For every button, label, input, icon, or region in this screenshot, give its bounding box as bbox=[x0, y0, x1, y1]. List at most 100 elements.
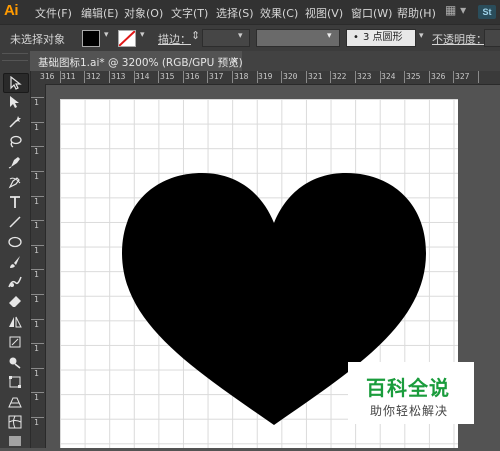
ruler-label: 312 bbox=[86, 72, 101, 81]
lasso-tool-icon[interactable] bbox=[3, 133, 27, 151]
brush-dot-icon: • bbox=[353, 32, 359, 43]
stroke-spinner-icon[interactable]: ⇕ bbox=[191, 29, 200, 42]
stroke-color-swatch[interactable] bbox=[118, 30, 136, 47]
ruler-label: 1 bbox=[34, 295, 39, 304]
menu-view[interactable]: 视图(V) bbox=[305, 5, 343, 21]
ruler-tick bbox=[31, 368, 44, 369]
variable-width-dropdown-icon[interactable]: ▾ bbox=[327, 31, 332, 41]
vertical-ruler[interactable]: 1 1 1 1 1 1 1 1 1 1 1 1 1 1 bbox=[31, 84, 46, 448]
ruler-tick bbox=[31, 146, 44, 147]
fill-dropdown-icon[interactable]: ▾ bbox=[104, 30, 109, 40]
ruler-label: 327 bbox=[455, 72, 470, 81]
document-tab-bar: 基础图标1.ai* @ 3200% (RGB/GPU 预览) × bbox=[30, 51, 500, 71]
ruler-tick bbox=[380, 71, 381, 83]
ruler-tick bbox=[232, 71, 233, 83]
opacity-field[interactable] bbox=[484, 29, 500, 47]
type-tool-icon[interactable] bbox=[3, 193, 27, 211]
pen-tool-icon[interactable] bbox=[3, 153, 27, 171]
ruler-label: 324 bbox=[381, 72, 396, 81]
ruler-tick bbox=[31, 122, 44, 123]
perspective-grid-tool-icon[interactable] bbox=[3, 393, 27, 411]
ruler-tick bbox=[306, 71, 307, 83]
ruler-label: 322 bbox=[332, 72, 347, 81]
eraser-tool-icon[interactable] bbox=[3, 293, 27, 311]
ruler-label: 1 bbox=[34, 246, 39, 255]
ruler-label: 314 bbox=[135, 72, 150, 81]
ruler-tick bbox=[31, 269, 44, 270]
ruler-label: 1 bbox=[34, 123, 39, 132]
ruler-tick bbox=[84, 71, 85, 83]
ruler-label: 1 bbox=[34, 369, 39, 378]
free-transform-tool-icon[interactable] bbox=[3, 373, 27, 391]
ruler-tick bbox=[330, 71, 331, 83]
stroke-dropdown-icon[interactable]: ▾ bbox=[140, 30, 145, 40]
illustrator-logo[interactable]: Ai bbox=[4, 2, 19, 19]
selection-tool-icon[interactable] bbox=[3, 73, 29, 93]
mesh-tool-icon[interactable] bbox=[3, 413, 27, 431]
ruler-label: 316 bbox=[40, 72, 55, 81]
shaper-tool-icon[interactable] bbox=[3, 273, 27, 291]
ruler-tick bbox=[31, 392, 44, 393]
document-tab[interactable]: 基础图标1.ai* @ 3200% (RGB/GPU 预览) × bbox=[30, 51, 243, 71]
ruler-tick bbox=[478, 71, 479, 83]
brush-definition[interactable]: • 3 点圆形 bbox=[346, 29, 416, 47]
menu-effect[interactable]: 效果(C) bbox=[260, 5, 298, 21]
watermark: 百科全说 助你轻松解决 bbox=[348, 362, 474, 424]
stock-logo[interactable]: St bbox=[478, 5, 496, 19]
ruler-label: 1 bbox=[34, 344, 39, 353]
ruler-label: 1 bbox=[34, 393, 39, 402]
ruler-tick bbox=[429, 71, 430, 83]
ruler-label: 317 bbox=[209, 72, 224, 81]
menu-edit[interactable]: 编辑(E) bbox=[81, 5, 119, 21]
shape-builder-tool-icon[interactable] bbox=[3, 353, 27, 371]
ruler-tick bbox=[31, 196, 44, 197]
no-stroke-icon bbox=[119, 31, 135, 46]
paintbrush-tool-icon[interactable] bbox=[3, 253, 27, 271]
ruler-label: 1 bbox=[34, 270, 39, 279]
menu-object[interactable]: 对象(O) bbox=[124, 5, 163, 21]
menu-select[interactable]: 选择(S) bbox=[216, 5, 254, 21]
workspace-switcher-icon[interactable]: ▦ ▾ bbox=[445, 3, 466, 17]
toolbar-grip[interactable] bbox=[2, 53, 28, 61]
ruler-tick bbox=[281, 71, 282, 83]
ruler-label: 325 bbox=[406, 72, 421, 81]
width-tool-icon[interactable] bbox=[3, 333, 27, 351]
opacity-label[interactable]: 不透明度： bbox=[432, 31, 487, 47]
brush-dropdown-icon[interactable]: ▾ bbox=[419, 31, 424, 41]
ruler-label: 1 bbox=[34, 98, 39, 107]
selection-status: 未选择对象 bbox=[10, 33, 65, 46]
document-tab-title: 基础图标1.ai* @ 3200% (RGB/GPU 预览) bbox=[38, 57, 243, 69]
ruler-label: 1 bbox=[34, 197, 39, 206]
ruler-tick bbox=[355, 71, 356, 83]
stroke-weight-dropdown-icon[interactable]: ▾ bbox=[238, 31, 243, 41]
ruler-tick bbox=[257, 71, 258, 83]
horizontal-ruler[interactable]: 316 311 312 313 314 315 316 317 318 319 … bbox=[40, 71, 500, 85]
ruler-label: 311 bbox=[61, 72, 76, 81]
ruler-tick bbox=[404, 71, 405, 83]
ruler-label: 326 bbox=[431, 72, 446, 81]
watermark-title: 百科全说 bbox=[366, 376, 450, 400]
ruler-label: 321 bbox=[308, 72, 323, 81]
watermark-subtitle: 助你轻松解决 bbox=[370, 404, 449, 418]
menu-help[interactable]: 帮助(H) bbox=[397, 5, 436, 21]
reflect-tool-icon[interactable] bbox=[3, 313, 27, 331]
menu-type[interactable]: 文字(T) bbox=[171, 5, 208, 21]
gradient-tool-icon[interactable] bbox=[3, 433, 27, 451]
ruler-label: 313 bbox=[111, 72, 126, 81]
ruler-label: 320 bbox=[283, 72, 298, 81]
ruler-label: 1 bbox=[34, 221, 39, 230]
close-tab-icon[interactable]: × bbox=[230, 54, 239, 67]
fill-color-swatch[interactable] bbox=[82, 30, 100, 47]
ruler-tick bbox=[31, 97, 44, 98]
menu-window[interactable]: 窗口(W) bbox=[351, 5, 392, 21]
direct-selection-tool-icon[interactable] bbox=[3, 93, 27, 111]
ellipse-tool-icon[interactable] bbox=[3, 233, 27, 251]
ruler-tick bbox=[158, 71, 159, 83]
ruler-label: 1 bbox=[34, 320, 39, 329]
curvature-tool-icon[interactable] bbox=[3, 173, 27, 191]
magic-wand-tool-icon[interactable] bbox=[3, 113, 27, 131]
stroke-label[interactable]: 描边： bbox=[158, 31, 191, 47]
menu-file[interactable]: 文件(F) bbox=[35, 5, 72, 21]
line-segment-tool-icon[interactable] bbox=[3, 213, 27, 231]
ruler-tick bbox=[31, 171, 44, 172]
